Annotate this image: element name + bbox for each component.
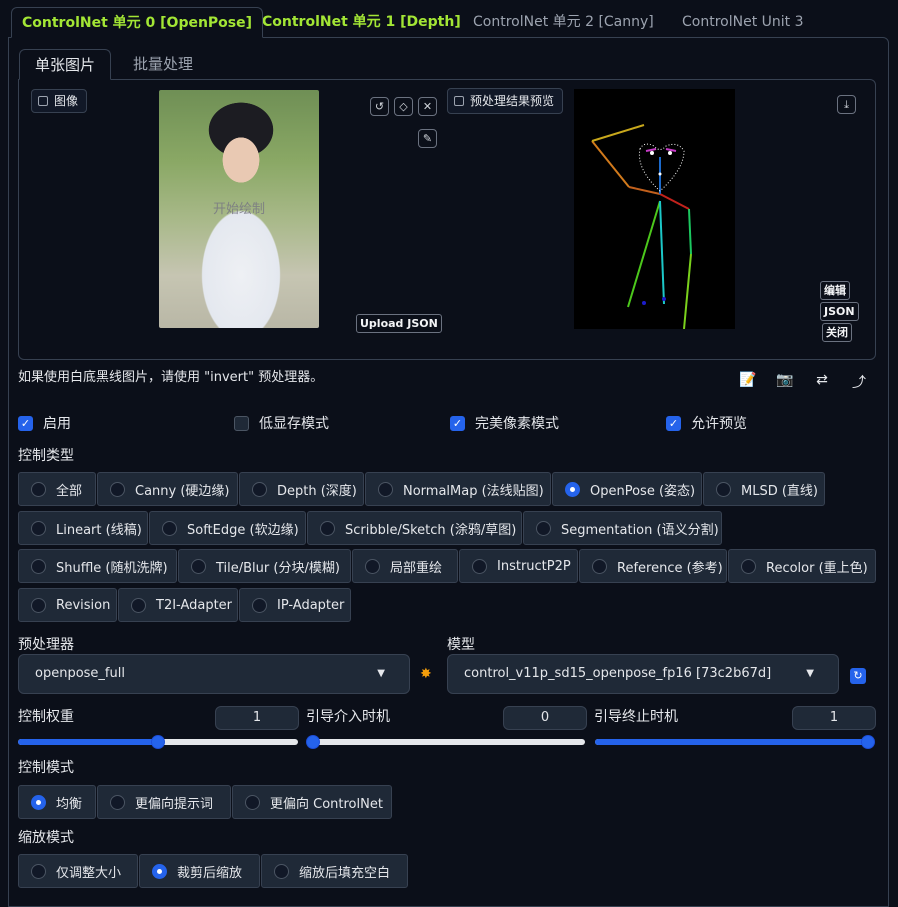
control-type-option[interactable]: Recolor (重上色) <box>728 549 876 583</box>
control-mode-option[interactable]: 更偏向提示词 <box>97 785 231 819</box>
control-type-option[interactable]: T2I-Adapter <box>118 588 238 622</box>
control-type-option[interactable]: Scribble/Sketch (涂鸦/草图) <box>307 511 522 545</box>
start-slider[interactable] <box>306 735 585 749</box>
checkbox-checked-icon: ✓ <box>450 415 465 431</box>
end-input[interactable]: 1 <box>792 706 876 730</box>
image-panel <box>18 79 876 360</box>
allow-preview-checkbox[interactable]: ✓ 允许预览 <box>666 413 747 433</box>
model-label: 模型 <box>447 637 475 653</box>
allow-preview-label: 允许预览 <box>691 416 747 432</box>
low-vram-checkbox[interactable]: 低显存模式 <box>234 413 329 433</box>
camera-icon[interactable]: 📷 <box>775 372 795 388</box>
subtab-single-image[interactable]: 单张图片 <box>19 49 112 80</box>
control-type-option[interactable]: Segmentation (语义分割) <box>523 511 722 545</box>
preprocessor-value: openpose_full <box>35 666 125 681</box>
end-slider-fill <box>595 739 868 745</box>
resize-mode-option[interactable]: 裁剪后缩放 <box>139 854 260 888</box>
pixel-perfect-label: 完美像素模式 <box>475 416 559 432</box>
control-type-option[interactable]: Tile/Blur (分块/模糊) <box>178 549 351 583</box>
invert-hint: 如果使用白底黑线图片，请使用 "invert" 预处理器。 <box>18 370 324 385</box>
preview-label: 预处理结果预览 <box>470 94 555 108</box>
upload-json-button[interactable]: Upload JSON <box>356 314 442 333</box>
control-type-option[interactable]: OpenPose (姿态) <box>552 472 702 506</box>
chevron-down-icon: ▼ <box>806 668 814 679</box>
resize-mode-label: 缩放模式 <box>18 830 74 846</box>
control-type-option[interactable]: InstructP2P <box>459 549 578 583</box>
control-type-option[interactable]: MLSD (直线) <box>703 472 825 506</box>
download-icon[interactable]: ⤓ <box>837 95 856 114</box>
subtab-batch[interactable]: 批量处理 <box>118 49 208 80</box>
run-preprocessor-icon[interactable]: ✸ <box>420 666 432 682</box>
control-type-option[interactable]: IP-Adapter <box>239 588 351 622</box>
image-label-chip: 图像 <box>31 89 88 113</box>
close-icon[interactable]: ✕ <box>418 97 437 116</box>
preprocessor-select[interactable]: openpose_full ▼ <box>18 654 410 694</box>
start-input[interactable]: 0 <box>503 706 587 730</box>
control-type-option[interactable]: Depth (深度) <box>239 472 364 506</box>
control-mode-label: 控制模式 <box>18 760 74 776</box>
control-type-option[interactable]: Canny (硬边缘) <box>97 472 238 506</box>
resize-mode-option[interactable]: 缩放后填充空白 <box>261 854 408 888</box>
swap-icon[interactable]: ⇄ <box>812 372 832 388</box>
control-type-option[interactable]: 全部 <box>18 472 96 506</box>
control-type-option[interactable]: Lineart (线稿) <box>18 511 148 545</box>
weight-slider[interactable] <box>18 735 298 749</box>
close-preview-button[interactable]: 关闭 <box>822 323 852 342</box>
model-value: control_v11p_sd15_openpose_fp16 [73c2b67… <box>464 666 772 681</box>
control-type-option[interactable]: SoftEdge (软边缘) <box>149 511 306 545</box>
weight-slider-handle[interactable] <box>151 735 165 749</box>
control-type-option[interactable]: Revision <box>18 588 117 622</box>
start-label: 引导介入时机 <box>306 709 390 725</box>
control-type-option[interactable]: Reference (参考) <box>579 549 727 583</box>
canvas-hint: 开始绘制 <box>212 202 265 217</box>
tab-unit-1[interactable]: ControlNet 单元 1 [Depth] <box>252 7 471 38</box>
refresh-icon[interactable]: ↻ <box>850 668 866 684</box>
checkbox-unchecked-icon <box>234 415 249 431</box>
weight-label: 控制权重 <box>18 709 74 725</box>
control-type-option[interactable]: Shuffle (随机洗牌) <box>18 549 177 583</box>
input-image-canvas[interactable]: 开始绘制 <box>159 90 319 328</box>
edit-button[interactable]: 编辑 <box>820 281 850 300</box>
checkbox-checked-icon: ✓ <box>666 415 681 431</box>
resize-mode-option[interactable]: 仅调整大小 <box>18 854 138 888</box>
preview-label-chip: 预处理结果预览 <box>447 88 564 114</box>
control-mode-option[interactable]: 更偏向 ControlNet <box>232 785 392 819</box>
send-dimensions-icon[interactable]: ⤴ <box>849 372 869 392</box>
undo-icon[interactable]: ↺ <box>370 97 389 116</box>
end-slider-handle[interactable] <box>861 735 875 749</box>
weight-input[interactable]: 1 <box>215 706 299 730</box>
enable-checkbox[interactable]: ✓ 启用 <box>18 413 71 433</box>
image-icon <box>38 96 48 106</box>
model-select[interactable]: control_v11p_sd15_openpose_fp16 [73c2b67… <box>447 654 839 694</box>
enable-label: 启用 <box>43 416 71 432</box>
control-mode-option[interactable]: 均衡 <box>18 785 96 819</box>
preprocessor-label: 预处理器 <box>18 637 74 653</box>
control-type-label: 控制类型 <box>18 448 74 464</box>
checkbox-checked-icon: ✓ <box>18 415 33 431</box>
json-button[interactable]: JSON <box>820 302 859 321</box>
notes-icon[interactable]: 📝 <box>738 372 758 388</box>
pose-preview <box>574 89 735 330</box>
weight-slider-fill <box>18 739 158 745</box>
control-type-option[interactable]: 局部重绘 <box>352 549 458 583</box>
end-label: 引导终止时机 <box>594 709 678 725</box>
tab-unit-3[interactable]: ControlNet Unit 3 <box>672 7 814 38</box>
low-vram-label: 低显存模式 <box>259 416 329 432</box>
image-label: 图像 <box>54 94 79 108</box>
chevron-down-icon: ▼ <box>377 668 385 679</box>
image-icon <box>454 96 464 106</box>
pixel-perfect-checkbox[interactable]: ✓ 完美像素模式 <box>450 413 559 433</box>
end-slider[interactable] <box>595 735 875 749</box>
pose-skeleton <box>591 124 692 330</box>
start-slider-handle[interactable] <box>306 735 320 749</box>
brush-icon[interactable]: ✎ <box>418 129 437 148</box>
control-type-option[interactable]: NormalMap (法线贴图) <box>365 472 551 506</box>
tab-unit-0[interactable]: ControlNet 单元 0 [OpenPose] <box>11 7 264 38</box>
eraser-icon[interactable]: ◇ <box>394 97 413 116</box>
tab-unit-2[interactable]: ControlNet 单元 2 [Canny] <box>463 7 664 38</box>
